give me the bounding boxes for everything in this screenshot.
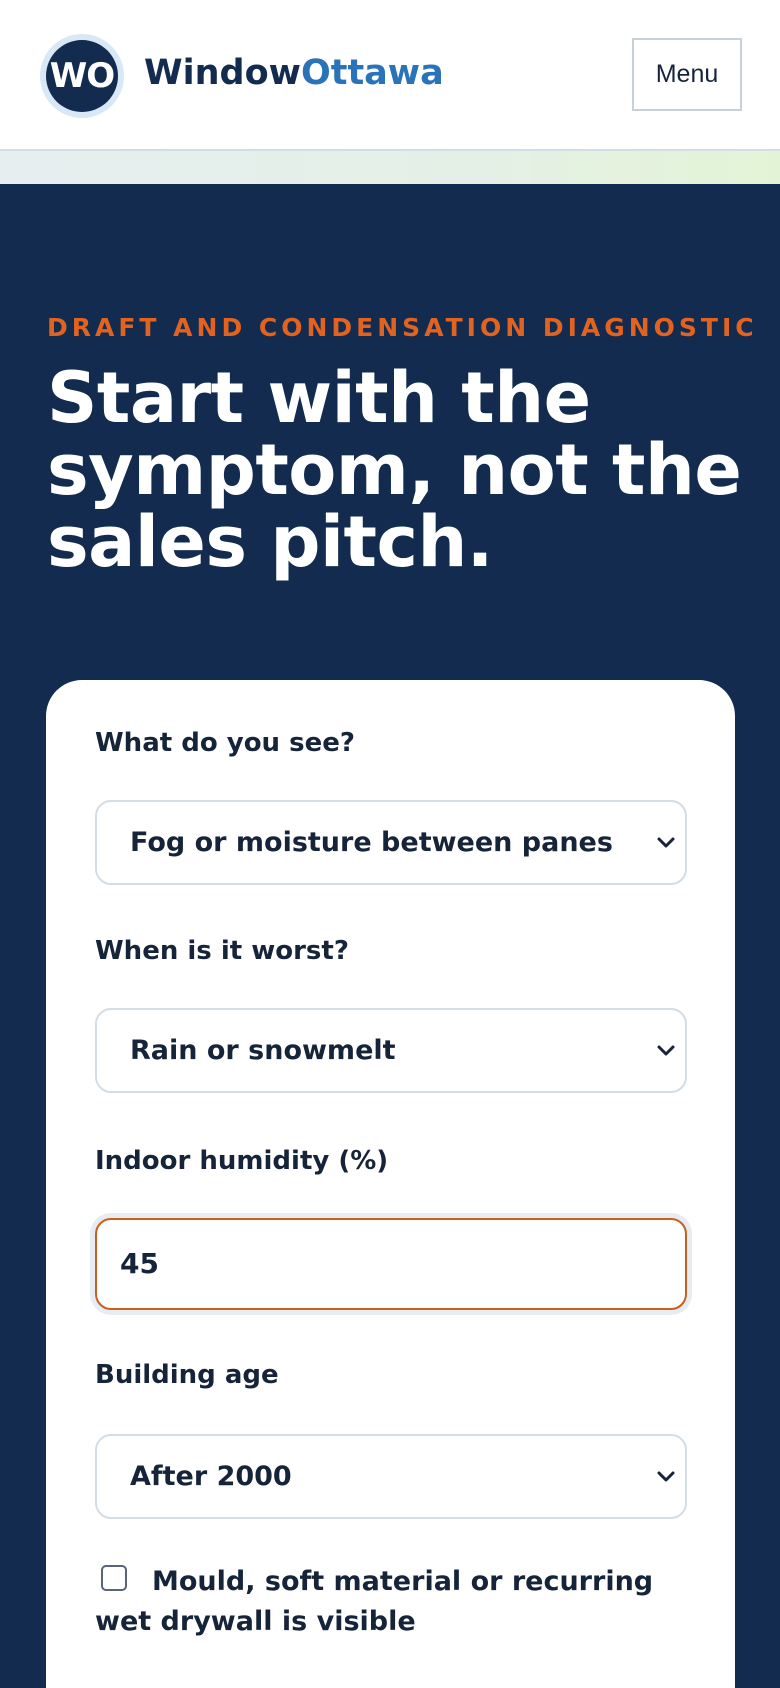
hero-headline: Start with the symptom, not the sales pi… [47, 357, 742, 583]
building-age-label: Building age [95, 1360, 279, 1390]
timing-label: When is it worst? [95, 936, 349, 966]
hero-eyebrow: DRAFT AND CONDENSATION DIAGNOSTIC [47, 313, 758, 342]
site-header: WO WindowOttawa Menu [0, 0, 780, 151]
timing-select-value: Rain or snowmelt [130, 1035, 396, 1066]
logo-badge[interactable]: WO [40, 34, 124, 118]
chevron-down-icon [657, 1045, 675, 1056]
humidity-input[interactable]: 45 [95, 1218, 687, 1310]
logo-initials: WO [46, 40, 118, 112]
brand-name[interactable]: WindowOttawa [144, 50, 444, 96]
symptom-select-value: Fog or moisture between panes [130, 827, 613, 858]
header-accent-stripe [0, 151, 780, 184]
symptom-label: What do you see? [95, 728, 355, 758]
symptom-select[interactable]: Fog or moisture between panes [95, 800, 687, 885]
timing-select[interactable]: Rain or snowmelt [95, 1008, 687, 1093]
humidity-label: Indoor humidity (%) [95, 1146, 389, 1176]
mould-checkbox-label[interactable]: Mould, soft material or recurring wet dr… [95, 1562, 685, 1642]
humidity-input-value: 45 [120, 1247, 159, 1280]
brand-primary: Window [144, 53, 301, 93]
building-age-select[interactable]: After 2000 [95, 1434, 687, 1519]
brand-accent: Ottawa [300, 53, 444, 93]
menu-button[interactable]: Menu [632, 38, 742, 111]
building-age-select-value: After 2000 [130, 1461, 292, 1492]
diagnostic-form-card: What do you see? Fog or moisture between… [46, 680, 735, 1688]
chevron-down-icon [657, 1471, 675, 1482]
chevron-down-icon [657, 837, 675, 848]
